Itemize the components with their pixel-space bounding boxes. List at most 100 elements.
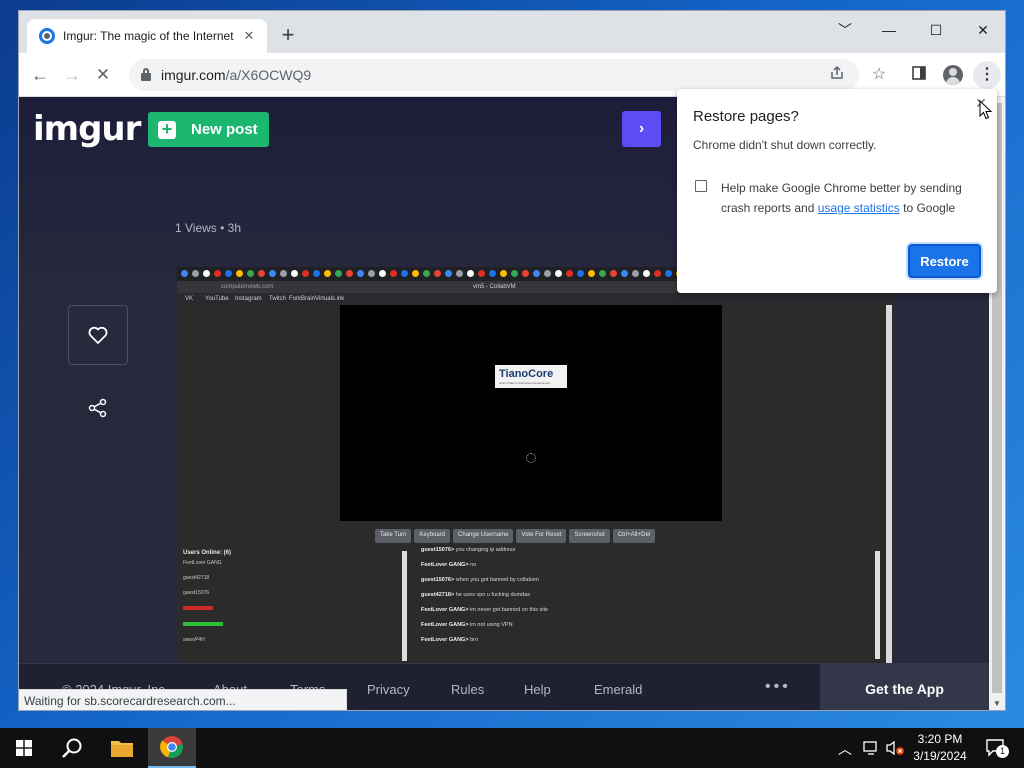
dialog-message: Chrome didn't shut down correctly. xyxy=(693,138,877,152)
forward-button[interactable]: → xyxy=(60,63,84,87)
tab-strip: Imgur: The magic of the Internet ✕ + ﹀ —… xyxy=(19,11,1005,53)
checkbox-label: Help make Google Chrome better by sendin… xyxy=(721,181,962,215)
favorite-button[interactable] xyxy=(68,305,128,365)
profile-avatar-icon[interactable] xyxy=(943,65,963,85)
tab-search-button[interactable]: ﹀ xyxy=(830,17,860,43)
volume-muted-icon[interactable] xyxy=(885,740,905,759)
next-post-button[interactable]: › xyxy=(622,111,661,147)
stop-loading-button[interactable]: ✕ xyxy=(91,63,115,87)
scroll-down-icon[interactable]: ▼ xyxy=(993,699,1001,708)
close-window-button[interactable]: ✕ xyxy=(968,17,998,43)
dialog-title: Restore pages? xyxy=(693,108,799,125)
footer-link-emerald[interactable]: Emerald xyxy=(594,682,642,697)
get-the-app-button[interactable]: Get the App xyxy=(820,664,989,710)
chrome-icon xyxy=(160,736,183,759)
heart-icon xyxy=(88,326,108,344)
folder-icon xyxy=(111,741,133,757)
embedded-favicon-icon xyxy=(500,270,507,277)
footer-link-rules[interactable]: Rules xyxy=(451,682,484,697)
notification-count: 1 xyxy=(996,745,1009,758)
start-button[interactable] xyxy=(6,728,42,768)
lock-icon[interactable] xyxy=(141,68,151,82)
plus-icon: + xyxy=(158,120,176,139)
notifications-button[interactable]: 1 xyxy=(978,728,1014,768)
embedded-favicon-icon xyxy=(610,270,617,277)
tab-title: Imgur: The magic of the Internet xyxy=(63,29,234,43)
address-bar[interactable]: imgur.com/a/X6OCWQ9 xyxy=(129,59,859,91)
embedded-favicon-icon xyxy=(412,270,419,277)
vm-button: Keyboard xyxy=(414,529,451,543)
tab-close-icon[interactable]: ✕ xyxy=(241,28,257,44)
more-icon[interactable]: ••• xyxy=(765,678,791,696)
tab-imgur[interactable]: Imgur: The magic of the Internet ✕ xyxy=(27,19,267,53)
tianocore-logo: TianoCore Open Platform Firmware Develop… xyxy=(495,365,567,388)
url-text[interactable]: imgur.com/a/X6OCWQ9 xyxy=(161,67,311,83)
restore-pages-dialog: ✕ Restore pages? Chrome didn't shut down… xyxy=(677,89,997,293)
restore-button[interactable]: Restore xyxy=(908,244,981,278)
imgur-favicon-icon xyxy=(39,28,55,44)
post-image[interactable]: computernewb.com vm5 - CollabVM VK YouTu… xyxy=(177,267,893,667)
back-button[interactable]: ← xyxy=(28,63,52,87)
embedded-favicon-icon xyxy=(665,270,672,277)
maximize-button[interactable]: ☐ xyxy=(921,17,951,43)
embedded-favicon-icon xyxy=(247,270,254,277)
embedded-favicon-icon xyxy=(445,270,452,277)
chrome-menu-button[interactable]: ⋮ xyxy=(973,61,1001,89)
embedded-tab-title: vm5 - CollabVM xyxy=(473,284,516,290)
usage-statistics-link[interactable]: usage statistics xyxy=(818,201,900,215)
minimize-button[interactable]: — xyxy=(874,17,904,43)
taskbar: ︿ 3:20 PM 3/19/2024 1 xyxy=(0,728,1024,768)
embedded-favicon-icon xyxy=(621,270,628,277)
embedded-bookmark: Twitch xyxy=(269,296,287,302)
embedded-favicon-icon xyxy=(654,270,661,277)
chrome-taskbar-button[interactable] xyxy=(148,728,196,768)
embedded-favicon-icon xyxy=(390,270,397,277)
user-entry: FeetLover GANG xyxy=(183,560,222,566)
embedded-favicon-icon xyxy=(577,270,584,277)
side-panel-icon[interactable] xyxy=(909,65,929,85)
crash-report-checkbox[interactable] xyxy=(695,180,707,192)
share-page-icon[interactable] xyxy=(827,65,847,85)
show-hidden-icons[interactable]: ︿ xyxy=(838,739,852,759)
embedded-favicon-icon xyxy=(236,270,243,277)
embedded-favicon-icon xyxy=(291,270,298,277)
embedded-favicon-icon xyxy=(533,270,540,277)
chat-message: guest42718> he uses vpn u fucking dumdas xyxy=(421,592,531,598)
embedded-favicon-icon xyxy=(181,270,188,277)
clock-date[interactable]: 3/19/2024 xyxy=(910,749,970,763)
embedded-favicon-icon xyxy=(555,270,562,277)
new-post-button[interactable]: + New post xyxy=(148,112,269,147)
loading-spinner-icon xyxy=(526,453,536,463)
user-entry xyxy=(181,606,406,621)
user-entry xyxy=(181,622,406,637)
embedded-favicon-icon xyxy=(478,270,485,277)
network-icon[interactable] xyxy=(862,740,880,759)
chat-message: guest15076> you changing ip address xyxy=(421,547,516,553)
embedded-favicon-icon xyxy=(489,270,496,277)
embedded-favicon-icon xyxy=(280,270,287,277)
embedded-favicon-icon xyxy=(258,270,265,277)
embedded-favicon-icon xyxy=(423,270,430,277)
embedded-favicon-icon xyxy=(467,270,474,277)
search-icon xyxy=(62,738,82,758)
imgur-logo[interactable]: imgur xyxy=(33,109,141,149)
vm-button: Take Turn xyxy=(375,529,412,543)
embedded-favicon-icon xyxy=(225,270,232,277)
embedded-favicon-icon xyxy=(588,270,595,277)
status-bar: Waiting for sb.scorecardresearch.com... xyxy=(19,689,347,710)
embedded-favicon-icon xyxy=(632,270,639,277)
share-icon[interactable] xyxy=(87,397,109,419)
embedded-favicon-icon xyxy=(214,270,221,277)
footer-link-privacy[interactable]: Privacy xyxy=(367,682,410,697)
file-explorer-button[interactable] xyxy=(102,728,142,768)
clock-time[interactable]: 3:20 PM xyxy=(912,732,968,746)
bookmark-star-icon[interactable]: ☆ xyxy=(869,65,889,85)
search-button[interactable] xyxy=(54,728,90,768)
footer-link-help[interactable]: Help xyxy=(524,682,551,697)
embedded-favicon-icon xyxy=(346,270,353,277)
users-online-title: Users Online: (6) xyxy=(183,550,232,556)
new-tab-button[interactable]: + xyxy=(277,24,299,47)
embedded-favicon-icon xyxy=(357,270,364,277)
embedded-favicon-icon xyxy=(313,270,320,277)
vm-button: Ctrl+Alt+Del xyxy=(612,529,656,543)
